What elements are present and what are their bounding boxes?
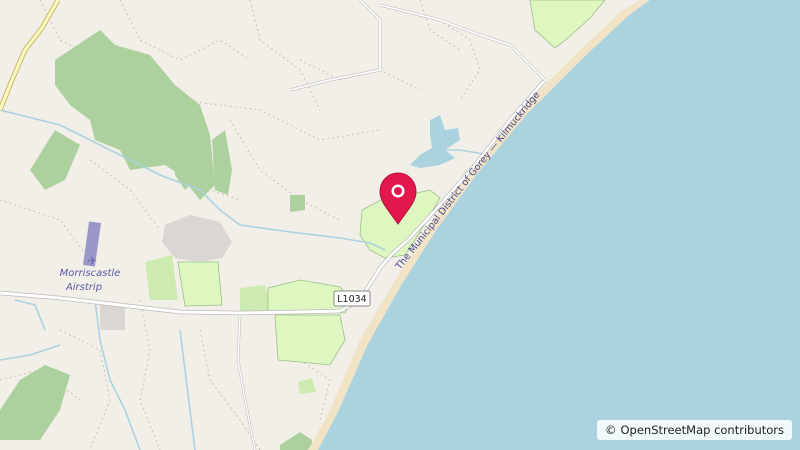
airstrip-label-line2: Airstrip	[65, 282, 102, 293]
airstrip-label-line1: Morriscastle	[60, 268, 121, 279]
copyright-symbol: ©	[604, 423, 617, 437]
attribution-text: OpenStreetMap contributors	[620, 423, 784, 437]
map-attribution[interactable]: © OpenStreetMap contributors	[596, 420, 792, 440]
road-shield: L1034	[333, 290, 371, 307]
map-canvas: ✈ Morriscastle Airstrip L1034 The Munici…	[0, 0, 800, 450]
map-view[interactable]: ✈ Morriscastle Airstrip L1034 The Munici…	[0, 0, 800, 450]
airplane-icon: ✈	[87, 254, 97, 268]
road-ref-label: L1034	[337, 294, 366, 305]
